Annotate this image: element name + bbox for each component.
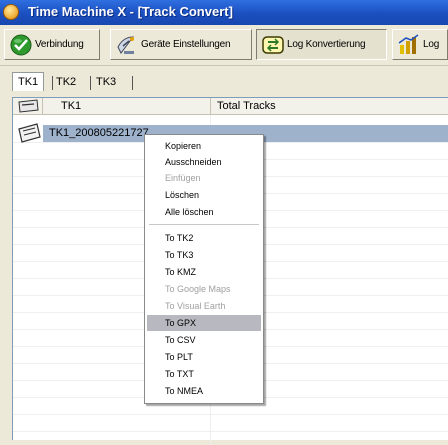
menu-item-to-visual-earth[interactable]: To Visual Earth — [147, 298, 261, 314]
tab-strip: TK1 TK2 TK3 — [0, 70, 448, 92]
tab-tk1[interactable]: TK1 — [12, 72, 45, 91]
log-label: Log — [423, 39, 440, 50]
tab-tk3[interactable]: TK3 — [96, 73, 116, 91]
tab-divider — [132, 76, 133, 90]
satellite-dish-icon — [117, 35, 135, 54]
grid-line — [13, 431, 448, 432]
menu-separator — [149, 224, 259, 225]
device-settings-label: Geräte Einstellungen — [141, 39, 231, 50]
tab-divider — [52, 76, 53, 90]
connection-icon — [10, 34, 32, 55]
convert-icon — [262, 35, 284, 54]
tab-divider — [90, 76, 91, 90]
menu-item-to-tk2[interactable]: To TK2 — [147, 230, 261, 246]
toolbar: Verbindung Geräte Einstellungen Log Konv… — [0, 25, 448, 66]
menu-item-to-kmz[interactable]: To KMZ — [147, 264, 261, 280]
menu-item-to-gpx[interactable]: To GPX — [147, 315, 261, 331]
log-convert-button[interactable]: Log Konvertierung — [256, 29, 387, 60]
log-convert-label: Log Konvertierung — [287, 39, 366, 50]
menu-item-delete[interactable]: Löschen — [147, 187, 261, 203]
app-icon — [3, 4, 19, 20]
grid-line — [13, 414, 448, 415]
track-name: TK1_200805221727 — [49, 127, 149, 139]
title-bar[interactable]: Time Machine X - [Track Convert] — [0, 0, 448, 25]
context-menu: Kopieren Ausschneiden Einfügen Löschen A… — [144, 134, 264, 404]
menu-item-copy[interactable]: Kopieren — [147, 138, 261, 154]
header-total-tracks[interactable]: Total Tracks — [211, 98, 448, 115]
menu-item-to-google-maps[interactable]: To Google Maps — [147, 281, 261, 297]
connection-button[interactable]: Verbindung — [4, 29, 100, 60]
track-file-icon — [18, 123, 41, 143]
menu-item-to-nmea[interactable]: To NMEA — [147, 383, 261, 399]
menu-item-paste[interactable]: Einfügen — [147, 170, 261, 186]
menu-item-to-txt[interactable]: To TXT — [147, 366, 261, 382]
menu-item-to-plt[interactable]: To PLT — [147, 349, 261, 365]
menu-item-to-csv[interactable]: To CSV — [147, 332, 261, 348]
gps-device-icon — [18, 99, 39, 113]
device-settings-button[interactable]: Geräte Einstellungen — [110, 29, 252, 60]
header-tk1[interactable]: TK1 — [43, 98, 211, 115]
menu-item-cut[interactable]: Ausschneiden — [147, 154, 261, 170]
log-chart-icon — [398, 33, 419, 54]
menu-item-to-tk3[interactable]: To TK3 — [147, 247, 261, 263]
window-title: Time Machine X - [Track Convert] — [28, 4, 233, 19]
tab-tk2[interactable]: TK2 — [56, 73, 76, 91]
log-button[interactable]: Log — [392, 29, 448, 60]
connection-label: Verbindung — [35, 39, 84, 50]
header-icon-column[interactable] — [13, 98, 43, 115]
menu-item-delete-all[interactable]: Alle löschen — [147, 204, 261, 220]
